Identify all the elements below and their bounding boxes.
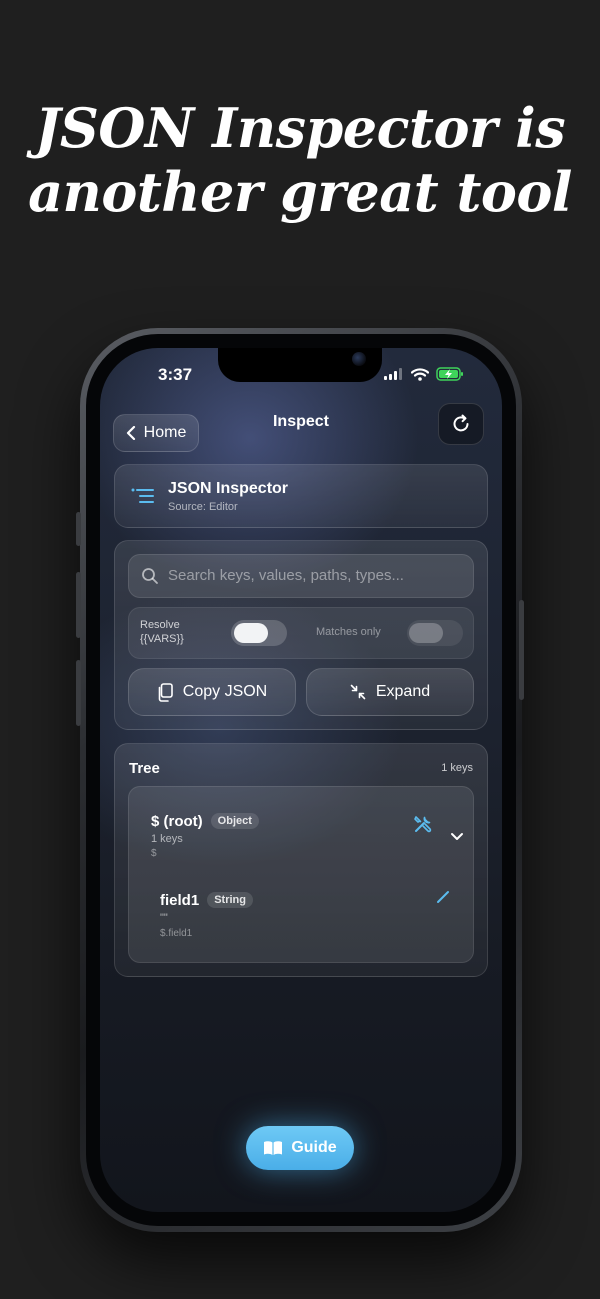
matches-only-toggle-knob: [409, 623, 443, 643]
expand-label: Expand: [375, 683, 431, 700]
headline-line-1: JSON Inspector is: [34, 96, 566, 160]
source-subtitle: Source: Editor: [168, 501, 238, 513]
guide-button[interactable]: Guide: [246, 1126, 354, 1170]
copy-json-label: Copy JSON: [182, 683, 268, 700]
node-type-badge: String: [207, 892, 253, 908]
resolve-label-line-1: Resolve: [140, 619, 180, 631]
resolve-label-line-2: {{VARS}}: [140, 633, 184, 645]
guide-button-label: Guide: [291, 1139, 337, 1156]
edit-pencil-icon[interactable]: [436, 890, 450, 904]
node-name: $ (root): [151, 813, 203, 830]
collapse-arrows-icon: [350, 684, 366, 700]
tree-count: 1 keys: [441, 762, 473, 774]
node-header: field1 String: [160, 892, 253, 909]
tree-card: Tree 1 keys $ (root) Object 1 keys $ fie…: [114, 743, 488, 977]
controls-card: Search keys, values, paths, types... Res…: [114, 540, 488, 730]
battery-charging-icon: [436, 367, 463, 381]
tree-node-list: $ (root) Object 1 keys $ field1 String "…: [128, 786, 474, 963]
source-card: JSON Inspector Source: Editor: [114, 464, 488, 528]
search-placeholder: Search keys, values, paths, types...: [168, 567, 404, 584]
search-field[interactable]: Search keys, values, paths, types...: [128, 554, 474, 598]
list-icon: [131, 488, 154, 503]
app-screen: 3:37 Home Inspect JSON Inspector Source:…: [100, 348, 502, 1212]
front-camera: [352, 352, 366, 366]
tree-node-root[interactable]: $ (root) Object 1 keys $: [129, 787, 473, 875]
tree-node-field1[interactable]: field1 String "" $.field1: [129, 877, 473, 957]
volume-up-button: [76, 572, 81, 638]
node-type-badge: Object: [210, 813, 259, 829]
node-value: "": [160, 912, 168, 924]
signal-icon: [384, 368, 402, 380]
node-path: $: [151, 848, 157, 859]
source-title: JSON Inspector: [168, 480, 289, 497]
chevron-down-icon[interactable]: [450, 832, 464, 842]
matches-only-toggle[interactable]: [407, 620, 463, 646]
volume-down-button: [76, 660, 81, 726]
headline-line-2: another great tool: [28, 160, 572, 224]
refresh-button[interactable]: [438, 403, 484, 445]
headline: JSON Inspector is another great tool: [0, 96, 600, 224]
node-path: $.field1: [160, 928, 193, 939]
mute-switch: [76, 512, 81, 546]
resolve-vars-label: Resolve {{VARS}}: [140, 618, 184, 646]
resolve-toggle-knob: [234, 623, 268, 643]
tools-icon[interactable]: [413, 814, 433, 834]
expand-button[interactable]: Expand: [306, 668, 474, 716]
toggle-row: Resolve {{VARS}} Matches only: [128, 607, 474, 659]
notch: [218, 348, 382, 382]
status-time: 3:37: [158, 365, 193, 384]
copy-icon: [158, 682, 173, 702]
refresh-icon: [453, 414, 469, 432]
wifi-icon: [411, 367, 429, 381]
resolve-vars-toggle[interactable]: [231, 620, 287, 646]
search-icon: [142, 568, 158, 584]
status-icons: [384, 367, 464, 381]
node-summary: 1 keys: [151, 833, 183, 845]
tree-title: Tree: [129, 760, 160, 777]
node-header: $ (root) Object: [151, 813, 259, 830]
node-name: field1: [160, 892, 200, 909]
power-button: [519, 600, 524, 700]
copy-json-button[interactable]: Copy JSON: [128, 668, 296, 716]
matches-only-label: Matches only: [316, 626, 381, 638]
book-icon: [264, 1141, 283, 1155]
